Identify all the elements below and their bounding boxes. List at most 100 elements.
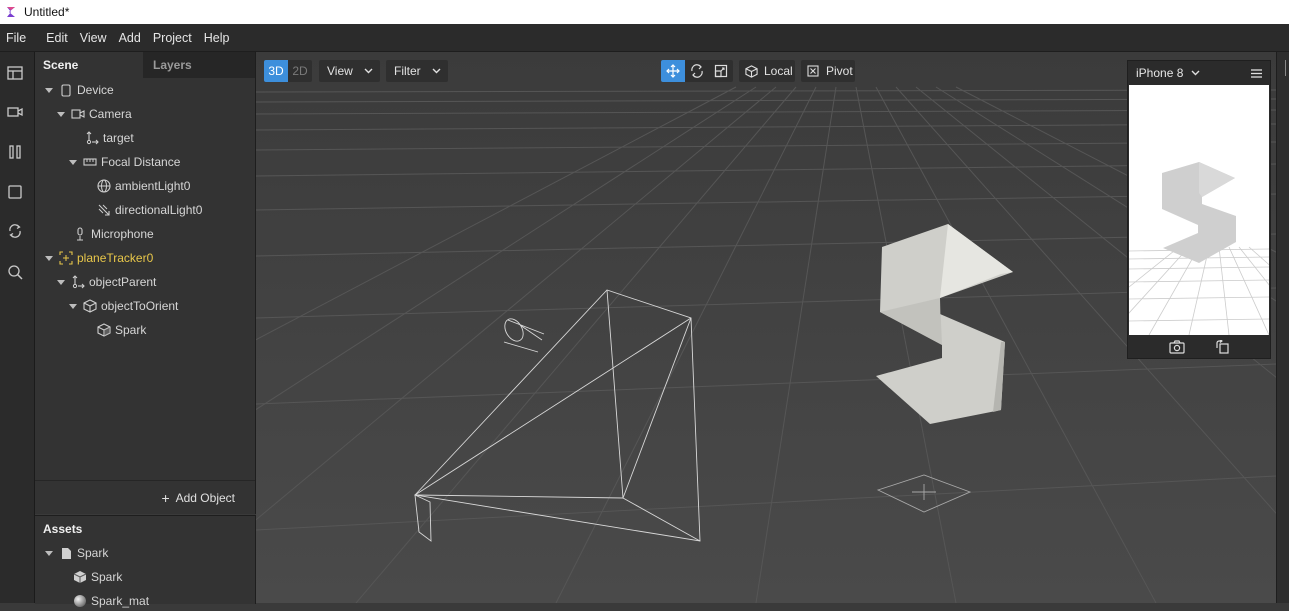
expand-arrow-icon[interactable] xyxy=(69,303,77,309)
expand-arrow-icon[interactable] xyxy=(69,159,77,165)
tree-item-label: Device xyxy=(77,83,114,97)
file-icon xyxy=(59,546,73,560)
chevron-down-icon[interactable] xyxy=(1191,70,1200,76)
camera-capture-icon[interactable] xyxy=(1169,340,1185,354)
asset-item-spark-mesh[interactable]: Spark xyxy=(73,567,122,587)
tree-item-label: planeTracker0 xyxy=(77,251,154,265)
tree-item-plane-tracker[interactable]: planeTracker0 xyxy=(45,248,153,268)
transform-tools xyxy=(661,60,733,82)
filter-dropdown-label: Filter xyxy=(394,64,421,78)
pivot-label: Pivot xyxy=(826,64,853,78)
plus-icon: + xyxy=(161,489,170,506)
ruler-icon xyxy=(83,155,97,169)
tab-scene[interactable]: Scene xyxy=(35,52,143,78)
cube-outline-icon xyxy=(83,299,97,313)
tree-item-label: directionalLight0 xyxy=(115,203,203,217)
mode-3d-button[interactable]: 3D xyxy=(264,60,288,82)
material-sphere-icon xyxy=(73,594,87,608)
mesh-icon xyxy=(97,323,111,337)
simulator-header: iPhone 8 xyxy=(1128,61,1270,85)
tree-item-directional-light[interactable]: directionalLight0 xyxy=(97,200,202,220)
hamburger-menu-icon[interactable] xyxy=(1251,68,1262,78)
tree-item-label: Spark xyxy=(115,323,147,337)
move-tool-icon[interactable] xyxy=(661,60,685,82)
menu-help[interactable]: Help xyxy=(198,31,236,45)
right-panel-edge xyxy=(1276,52,1289,603)
expand-arrow-icon[interactable] xyxy=(45,550,53,556)
microphone-icon xyxy=(73,227,87,241)
panel-handle[interactable] xyxy=(1285,60,1289,76)
pivot-icon xyxy=(807,65,819,77)
scene-viewport[interactable]: 3D 2D View Filter Local Pivot xyxy=(256,52,1276,603)
assets-panel: Assets Spark Spark Spark_mat xyxy=(35,515,256,608)
tree-item-label: Camera xyxy=(89,107,132,121)
window-title: Untitled* xyxy=(24,5,70,19)
simulator-footer xyxy=(1129,336,1269,358)
simulator-preview xyxy=(1129,85,1269,335)
local-toggle[interactable]: Local xyxy=(739,60,795,82)
rotate-device-icon[interactable] xyxy=(1215,340,1229,354)
scale-tool-icon[interactable] xyxy=(709,60,733,82)
menu-file[interactable]: File xyxy=(0,31,32,45)
pause-icon[interactable] xyxy=(6,143,24,161)
menu-bar: File Edit View Add Project Help xyxy=(0,24,1289,52)
tree-item-ambient-light[interactable]: ambientLight0 xyxy=(97,176,190,196)
expand-arrow-icon[interactable] xyxy=(57,111,65,117)
mesh-icon xyxy=(73,570,87,584)
globe-light-icon xyxy=(97,179,111,193)
asset-item-spark-folder[interactable]: Spark xyxy=(45,543,108,563)
add-object-button[interactable]: + Add Object xyxy=(35,480,255,514)
device-select[interactable]: iPhone 8 xyxy=(1136,66,1183,80)
tree-item-target[interactable]: target xyxy=(85,128,134,148)
filter-dropdown[interactable]: Filter xyxy=(386,60,448,82)
tree-item-label: Focal Distance xyxy=(101,155,181,169)
view-dropdown[interactable]: View xyxy=(319,60,380,82)
expand-arrow-icon[interactable] xyxy=(57,279,65,285)
layout-icon[interactable] xyxy=(6,64,24,82)
tree-item-label: objectToOrient xyxy=(101,299,179,313)
tree-item-microphone[interactable]: Microphone xyxy=(73,224,154,244)
tab-layers[interactable]: Layers xyxy=(143,52,255,78)
menu-view[interactable]: View xyxy=(74,31,113,45)
tree-item-label: target xyxy=(103,131,134,145)
chevron-down-icon xyxy=(364,68,373,74)
title-bar: Untitled* xyxy=(0,0,1289,24)
directional-light-icon xyxy=(97,203,111,217)
menu-edit[interactable]: Edit xyxy=(32,31,74,45)
menu-add[interactable]: Add xyxy=(113,31,147,45)
simulator-screen[interactable] xyxy=(1129,85,1269,335)
tree-item-label: objectParent xyxy=(89,275,157,289)
plane-tracker-icon xyxy=(59,251,73,265)
expand-arrow-icon[interactable] xyxy=(45,87,53,93)
scene-panel: Scene Layers Device Camera target Focal … xyxy=(35,52,256,514)
tree-item-camera[interactable]: Camera xyxy=(57,104,132,124)
sync-icon[interactable] xyxy=(6,222,24,240)
pivot-toggle[interactable]: Pivot xyxy=(801,60,855,82)
tree-item-spark[interactable]: Spark xyxy=(97,320,146,340)
rotate-tool-icon[interactable] xyxy=(685,60,709,82)
cube-outline-icon xyxy=(745,64,758,78)
expand-arrow-icon[interactable] xyxy=(45,255,53,261)
view-dropdown-label: View xyxy=(327,64,353,78)
video-icon[interactable] xyxy=(6,103,24,121)
target-icon xyxy=(85,131,99,145)
tree-item-object-parent[interactable]: objectParent xyxy=(57,272,156,292)
scene-tabs: Scene Layers xyxy=(35,52,255,78)
tree-item-label: Microphone xyxy=(91,227,154,241)
mode-2d-button[interactable]: 2D xyxy=(288,60,312,82)
add-object-label: Add Object xyxy=(175,490,235,505)
asset-item-label: Spark xyxy=(91,570,123,584)
dimension-toggle: 3D 2D xyxy=(264,60,312,82)
device-simulator: iPhone 8 xyxy=(1127,60,1271,359)
tree-item-focal-distance[interactable]: Focal Distance xyxy=(69,152,180,172)
camera-icon xyxy=(71,107,85,121)
tree-item-object-to-orient[interactable]: objectToOrient xyxy=(69,296,178,316)
viewport-canvas xyxy=(256,52,1276,603)
tree-item-device[interactable]: Device xyxy=(45,80,114,100)
menu-project[interactable]: Project xyxy=(147,31,198,45)
null-object-icon xyxy=(71,275,85,289)
asset-item-spark-mat[interactable]: Spark_mat xyxy=(73,591,149,611)
tree-item-label: ambientLight0 xyxy=(115,179,191,193)
search-icon[interactable] xyxy=(6,263,24,281)
square-icon[interactable] xyxy=(6,183,24,201)
